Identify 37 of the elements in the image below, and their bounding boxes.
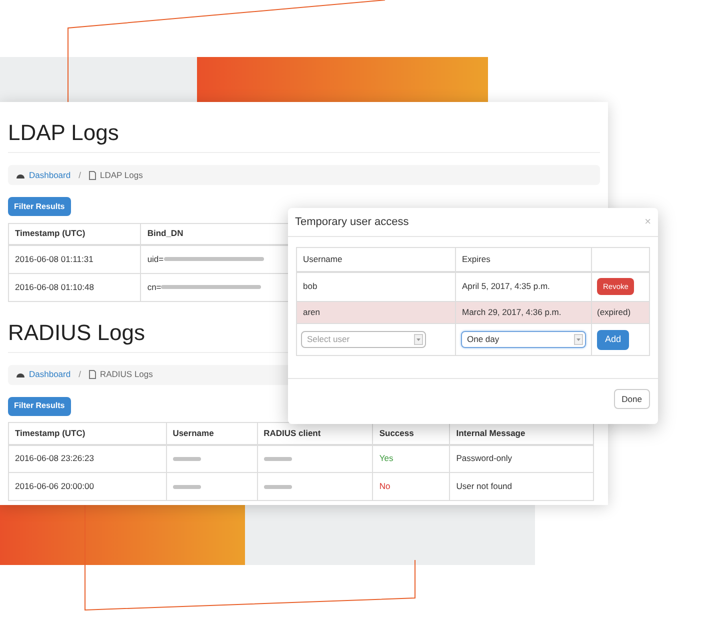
select-field[interactable]: Select user <box>301 331 426 348</box>
status-text: No <box>379 481 390 492</box>
expiry-text: March 29, 2017, 4:36 p.m. <box>462 307 562 318</box>
table-cell-text: User not found <box>456 481 512 492</box>
select-field[interactable]: One day <box>461 331 586 348</box>
breadcrumb-separator: / <box>78 368 82 381</box>
column-header: Username <box>166 422 258 444</box>
status-text: (expired) <box>597 307 631 318</box>
breadcrumb-separator: / <box>78 168 82 182</box>
page-title: LDAP Logs <box>8 102 600 153</box>
table-cell-text: 2016-06-08 23:26:23 <box>15 453 94 464</box>
breadcrumb-link[interactable]: Dashboard <box>29 168 71 182</box>
table-cell-text: 2016-06-08 01:10:48 <box>15 282 94 292</box>
column-header: Timestamp (UTC) <box>8 422 166 444</box>
filter-results-button[interactable]: Filter Results <box>8 396 71 416</box>
dashboard-icon <box>16 371 25 378</box>
breadcrumb-link[interactable]: Dashboard <box>29 368 71 381</box>
table-cell-text: uid= <box>147 252 164 266</box>
breadcrumb-current: LDAP Logs <box>100 168 143 182</box>
add-button[interactable]: Add <box>597 330 630 350</box>
table-cell-text: 2016-06-06 20:00:00 <box>15 481 94 492</box>
username-text: aren <box>303 307 320 318</box>
expiry-text: April 5, 2017, 4:35 p.m. <box>462 281 550 292</box>
done-button[interactable]: Done <box>614 389 650 409</box>
dashboard-icon <box>16 172 25 178</box>
column-header: Username <box>296 248 456 272</box>
table-cell-text: 2016-06-08 01:11:31 <box>15 254 94 264</box>
column-header: Timestamp (UTC) <box>8 223 141 245</box>
filter-results-button[interactable]: Filter Results <box>8 197 71 216</box>
document-icon <box>88 370 96 379</box>
document-icon <box>88 170 96 180</box>
breadcrumb-current: RADIUS Logs <box>100 368 153 381</box>
column-header: Expires <box>456 248 592 272</box>
username-text: bob <box>303 281 318 292</box>
status-text: Yes <box>379 453 394 464</box>
table-cell-text: cn= <box>147 280 162 294</box>
table-cell-text: Password-only <box>456 453 512 464</box>
